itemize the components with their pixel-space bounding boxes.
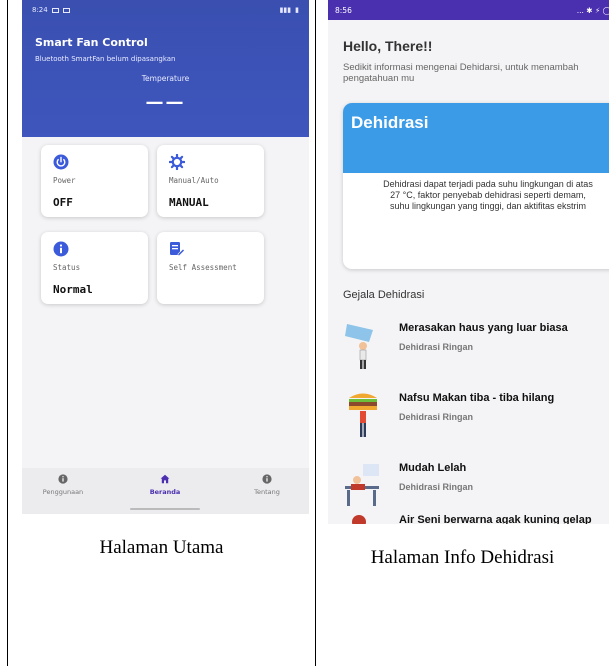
temperature-value: —— <box>145 92 186 113</box>
info-icon <box>53 241 69 257</box>
bluetooth-status: Bluetooth SmartFan belum dipasangkan <box>35 55 176 63</box>
symptom-item[interactable]: Nafsu Makan tiba - tiba hilang Dehidrasi… <box>343 390 609 446</box>
nav-beranda[interactable]: Beranda <box>130 474 200 496</box>
battery-icon: ▮ <box>295 6 299 14</box>
form-edit-icon <box>170 242 185 256</box>
signal-icon: ▮▮▮ <box>279 6 292 14</box>
intro-text: Sedikit informasi mengenai Dehidarsi, un… <box>343 62 579 84</box>
home-gesture-bar <box>130 508 200 510</box>
nav-tentang[interactable]: Tentang <box>232 474 302 496</box>
card-description-line: 27 °C, faktor penyebab dehidrasi seperti… <box>390 190 586 200</box>
power-card[interactable]: Power OFF <box>41 145 148 217</box>
burger-person-icon <box>349 393 377 437</box>
status-label: Status <box>53 263 81 272</box>
person-icon <box>352 515 366 524</box>
symptoms-section-title: Gejala Dehidrasi <box>343 289 425 301</box>
bottom-navigation: Penggunaan Beranda Tentang <box>22 468 309 514</box>
info-icon <box>58 474 68 484</box>
status-value: Normal <box>53 283 93 296</box>
status-bar: 8:24 ▮▮▮ ▮ <box>22 0 309 20</box>
dehydration-card[interactable]: Dehidrasi Dehidrasi dapat terjadi pada s… <box>343 103 609 269</box>
status-time: 8:24 <box>32 6 48 14</box>
greeting: Hello, There!! <box>343 38 433 54</box>
symptom-level: Dehidrasi Ringan <box>399 482 474 492</box>
card-description: Dehidrasi dapat terjadi pada suhu lingku… <box>343 179 609 212</box>
self-assessment-label: Self Assessment <box>169 263 237 272</box>
symptom-title: Merasakan haus yang luar biasa <box>399 322 568 334</box>
dehydration-info-screenshot: 8:56 ... ✱ ⚡ ◯ Hello, There!! Sedikit in… <box>328 0 609 524</box>
card-title: Dehidrasi <box>351 113 429 132</box>
tired-person-icon <box>345 464 379 506</box>
mode-card[interactable]: Manual/Auto MANUAL <box>157 145 264 217</box>
app-header: 8:24 ▮▮▮ ▮ Smart Fan Control Bluetooth S… <box>22 0 309 137</box>
nav-penggunaan[interactable]: Penggunaan <box>28 474 98 496</box>
notification-icon <box>51 7 59 13</box>
status-bar: 8:56 ... ✱ ⚡ ◯ <box>328 0 609 20</box>
app-title: Smart Fan Control <box>35 36 148 49</box>
caption-info-page: Halaman Info Dehidrasi <box>370 547 555 568</box>
symptom-level: Dehidrasi Ringan <box>399 412 474 422</box>
self-assessment-card[interactable]: Self Assessment <box>157 232 264 304</box>
drinking-person-icon <box>345 324 373 369</box>
main-page-screenshot: 8:24 ▮▮▮ ▮ Smart Fan Control Bluetooth S… <box>22 0 309 514</box>
mode-value: MANUAL <box>169 196 209 209</box>
status-time: 8:56 <box>335 5 352 15</box>
symptom-title: Nafsu Makan tiba - tiba hilang <box>399 392 555 404</box>
gear-icon <box>169 154 185 170</box>
right-cell: 8:56 ... ✱ ⚡ ◯ Hello, There!! Sedikit in… <box>316 0 609 666</box>
symptom-item[interactable]: Merasakan haus yang luar biasa Dehidrasi… <box>343 320 609 376</box>
card-description-line: suhu lingkungan yang tinggi, dan aktifit… <box>389 201 587 211</box>
power-label: Power <box>53 176 76 185</box>
symptom-item[interactable]: Air Seni berwarna agak kuning gelap <box>343 512 609 524</box>
info-icon <box>262 474 272 484</box>
status-card[interactable]: Status Normal <box>41 232 148 304</box>
power-icon <box>53 154 69 170</box>
left-cell: 8:24 ▮▮▮ ▮ Smart Fan Control Bluetooth S… <box>8 0 315 666</box>
caption-main-page: Halaman Utama <box>99 537 224 558</box>
temperature-label: Temperature <box>141 74 190 83</box>
home-icon <box>160 474 170 484</box>
symptom-level: Dehidrasi Ringan <box>399 342 474 352</box>
mode-label: Manual/Auto <box>169 176 219 185</box>
status-icons: ... ✱ ⚡ ◯ <box>576 5 609 15</box>
nav-label-penggunaan: Penggunaan <box>42 488 84 496</box>
nav-label-beranda: Beranda <box>149 488 181 496</box>
mail-icon <box>62 7 70 13</box>
symptom-title: Air Seni berwarna agak kuning gelap <box>399 514 592 524</box>
symptom-title: Mudah Lelah <box>399 462 467 474</box>
symptom-item[interactable]: Mudah Lelah Dehidrasi Ringan <box>343 460 609 516</box>
card-description-line: Dehidrasi dapat terjadi pada suhu lingku… <box>383 179 593 189</box>
nav-label-tentang: Tentang <box>254 488 280 496</box>
power-value: OFF <box>53 196 73 209</box>
